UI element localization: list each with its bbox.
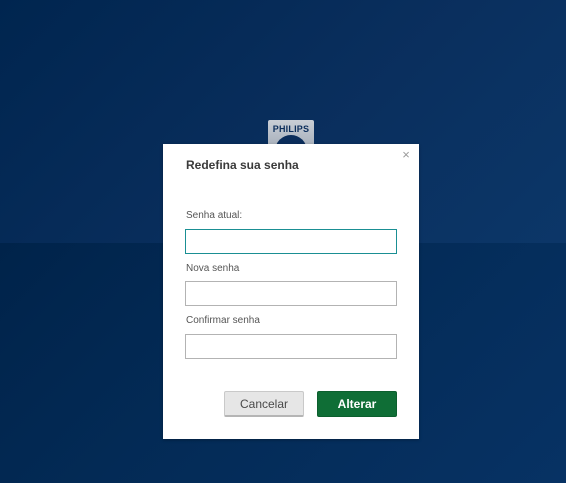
- login-backdrop: PHILIPS ✦ Redefina sua senha × Senha atu…: [0, 0, 566, 483]
- reset-password-dialog: Redefina sua senha × Senha atual: Nova s…: [163, 144, 419, 439]
- new-password-label: Nova senha: [186, 263, 240, 274]
- submit-button[interactable]: Alterar: [317, 391, 397, 417]
- current-password-input[interactable]: [185, 229, 397, 254]
- cancel-button[interactable]: Cancelar: [224, 391, 304, 417]
- confirm-password-input[interactable]: [185, 334, 397, 359]
- new-password-input[interactable]: [185, 281, 397, 306]
- dialog-title: Redefina sua senha: [186, 158, 299, 172]
- close-icon[interactable]: ×: [399, 148, 413, 162]
- logo-wordmark: PHILIPS: [272, 124, 310, 134]
- current-password-label: Senha atual:: [186, 210, 243, 221]
- confirm-password-label: Confirmar senha: [186, 315, 260, 326]
